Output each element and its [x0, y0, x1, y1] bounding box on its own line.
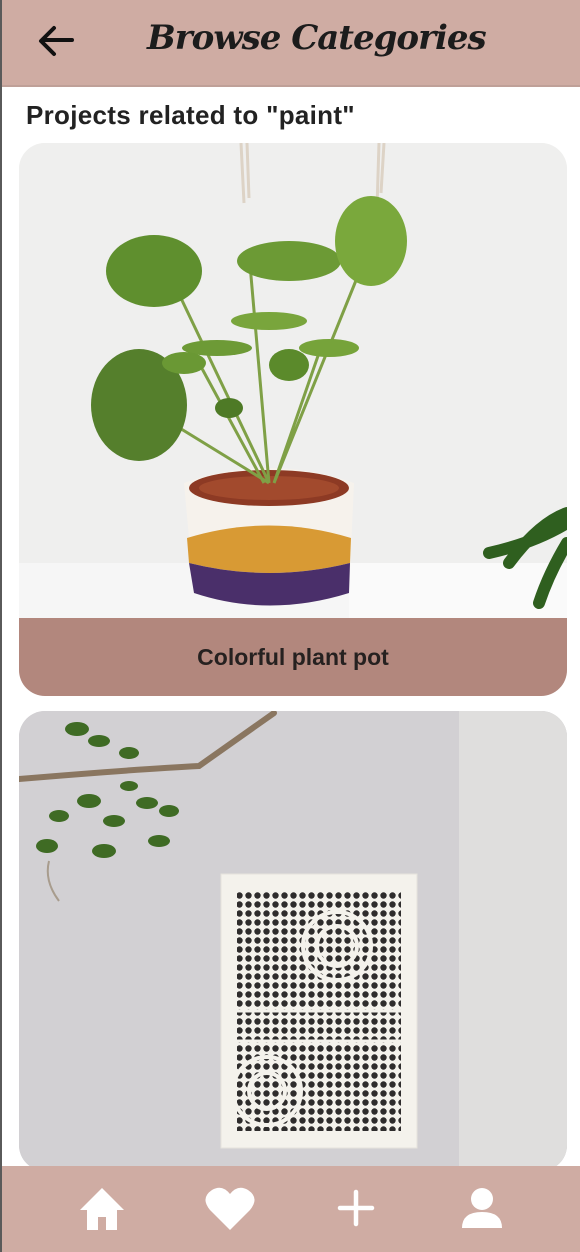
nav-favorites-button[interactable] [202, 1180, 258, 1236]
nav-home-button[interactable] [74, 1180, 130, 1236]
arrow-left-icon [39, 26, 74, 56]
bottom-nav [2, 1166, 580, 1252]
project-card[interactable]: Colorful plant pot [19, 143, 567, 696]
page-subtitle: Projects related to "paint" [26, 100, 355, 130]
user-icon [462, 1188, 502, 1228]
home-icon [80, 1188, 124, 1230]
nav-add-button[interactable] [328, 1180, 384, 1236]
app-header: Browse Categories [2, 0, 580, 87]
project-image-dot-art [19, 711, 567, 1171]
heart-icon [205, 1187, 255, 1230]
back-button[interactable] [32, 18, 80, 66]
nav-profile-button[interactable] [454, 1180, 510, 1236]
project-card[interactable] [19, 711, 567, 1171]
plus-icon [337, 1189, 375, 1227]
project-title: Colorful plant pot [19, 618, 567, 696]
project-image-plant-pot [19, 143, 567, 618]
header-title: Browse Categories [147, 18, 487, 58]
